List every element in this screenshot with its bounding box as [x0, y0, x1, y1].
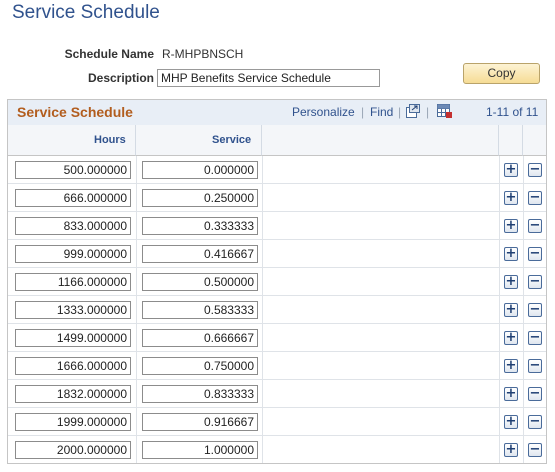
- cell-blank: [262, 240, 500, 267]
- column-header-service[interactable]: Service: [136, 125, 262, 156]
- description-field[interactable]: MHP Benefits Service Schedule: [157, 69, 380, 87]
- column-header-label: Hours: [94, 134, 126, 146]
- minus-icon[interactable]: −: [528, 303, 542, 317]
- plus-icon[interactable]: +: [504, 359, 518, 373]
- plus-icon[interactable]: +: [504, 219, 518, 233]
- grid-title: Service Schedule: [17, 104, 133, 120]
- plus-icon[interactable]: +: [504, 247, 518, 261]
- cell-blank: [262, 212, 500, 239]
- service-input[interactable]: 0.250000: [142, 189, 258, 207]
- plus-icon[interactable]: +: [504, 415, 518, 429]
- table-row: 500.000000 0.000000 + −: [8, 156, 546, 184]
- table-row: 1832.000000 0.833333 + −: [8, 380, 546, 408]
- hours-input[interactable]: 1666.000000: [15, 357, 131, 375]
- cell-blank: [262, 408, 500, 435]
- plus-icon[interactable]: +: [504, 443, 518, 457]
- column-header-blank: [262, 125, 499, 156]
- service-input[interactable]: 1.000000: [142, 441, 258, 459]
- table-row: 1666.000000 0.750000 + −: [8, 352, 546, 380]
- hours-input[interactable]: 999.000000: [15, 245, 131, 263]
- grid-header: Service Schedule Personalize | Find | | …: [8, 100, 546, 126]
- table-row: 1999.000000 0.916667 + −: [8, 408, 546, 436]
- plus-icon[interactable]: +: [504, 303, 518, 317]
- plus-icon[interactable]: +: [504, 191, 518, 205]
- column-header-hours[interactable]: Hours: [8, 125, 136, 156]
- service-input[interactable]: 0.000000: [142, 161, 258, 179]
- minus-icon[interactable]: −: [528, 163, 542, 177]
- hours-input[interactable]: 666.000000: [15, 189, 131, 207]
- separator: |: [398, 105, 402, 119]
- cell-blank: [262, 324, 500, 351]
- cell-blank: [262, 156, 500, 183]
- minus-icon[interactable]: −: [528, 191, 542, 205]
- table-row: 2000.000000 1.000000 + −: [8, 436, 546, 463]
- plus-icon[interactable]: +: [504, 163, 518, 177]
- table-row: 666.000000 0.250000 + −: [8, 184, 546, 212]
- table-row: 1499.000000 0.666667 + −: [8, 324, 546, 352]
- service-input[interactable]: 0.833333: [142, 385, 258, 403]
- plus-icon[interactable]: +: [504, 275, 518, 289]
- minus-icon[interactable]: −: [528, 247, 542, 261]
- service-input[interactable]: 0.333333: [142, 217, 258, 235]
- column-header-label: Service: [212, 134, 252, 146]
- new-window-icon[interactable]: [406, 104, 420, 118]
- separator: |: [426, 105, 430, 119]
- description-label: Description: [87, 71, 154, 85]
- column-header-add: [499, 125, 523, 156]
- plus-icon[interactable]: +: [504, 387, 518, 401]
- table-row: 999.000000 0.416667 + −: [8, 240, 546, 268]
- service-input[interactable]: 0.583333: [142, 301, 258, 319]
- cell-blank: [262, 296, 500, 323]
- pager-text: 1-11 of 11: [486, 105, 539, 119]
- hours-input[interactable]: 1166.000000: [15, 273, 131, 291]
- hours-input[interactable]: 500.000000: [15, 161, 131, 179]
- hours-input[interactable]: 2000.000000: [15, 441, 131, 459]
- spreadsheet-download-icon[interactable]: [437, 104, 452, 118]
- page-title: Service Schedule: [12, 2, 160, 23]
- hours-input[interactable]: 1499.000000: [15, 329, 131, 347]
- separator: |: [361, 105, 365, 119]
- schedule-name-value: R-MHPBNSCH: [162, 47, 244, 61]
- service-input[interactable]: 0.666667: [142, 329, 258, 347]
- hours-input[interactable]: 1832.000000: [15, 385, 131, 403]
- minus-icon[interactable]: −: [528, 387, 542, 401]
- service-input[interactable]: 0.416667: [142, 245, 258, 263]
- table-row: 1333.000000 0.583333 + −: [8, 296, 546, 324]
- cell-blank: [262, 184, 500, 211]
- minus-icon[interactable]: −: [528, 443, 542, 457]
- service-input[interactable]: 0.500000: [142, 273, 258, 291]
- table-row: 1166.000000 0.500000 + −: [8, 268, 546, 296]
- plus-icon[interactable]: +: [504, 331, 518, 345]
- cell-blank: [262, 268, 500, 295]
- table-row: 833.000000 0.333333 + −: [8, 212, 546, 240]
- minus-icon[interactable]: −: [528, 275, 542, 289]
- minus-icon[interactable]: −: [528, 415, 542, 429]
- service-input[interactable]: 0.916667: [142, 413, 258, 431]
- cell-blank: [262, 352, 500, 379]
- service-input[interactable]: 0.750000: [142, 357, 258, 375]
- find-link[interactable]: Find: [370, 105, 393, 119]
- schedule-name-label: Schedule Name: [64, 47, 154, 61]
- minus-icon[interactable]: −: [528, 219, 542, 233]
- hours-input[interactable]: 1333.000000: [15, 301, 131, 319]
- cell-blank: [262, 436, 500, 463]
- hours-input[interactable]: 833.000000: [15, 217, 131, 235]
- personalize-link[interactable]: Personalize: [292, 105, 355, 119]
- cell-blank: [262, 380, 500, 407]
- minus-icon[interactable]: −: [528, 359, 542, 373]
- copy-button[interactable]: Copy: [463, 63, 540, 84]
- minus-icon[interactable]: −: [528, 331, 542, 345]
- column-header-delete: [523, 125, 546, 156]
- service-schedule-grid: Service Schedule Personalize | Find | | …: [7, 99, 547, 464]
- hours-input[interactable]: 1999.000000: [15, 413, 131, 431]
